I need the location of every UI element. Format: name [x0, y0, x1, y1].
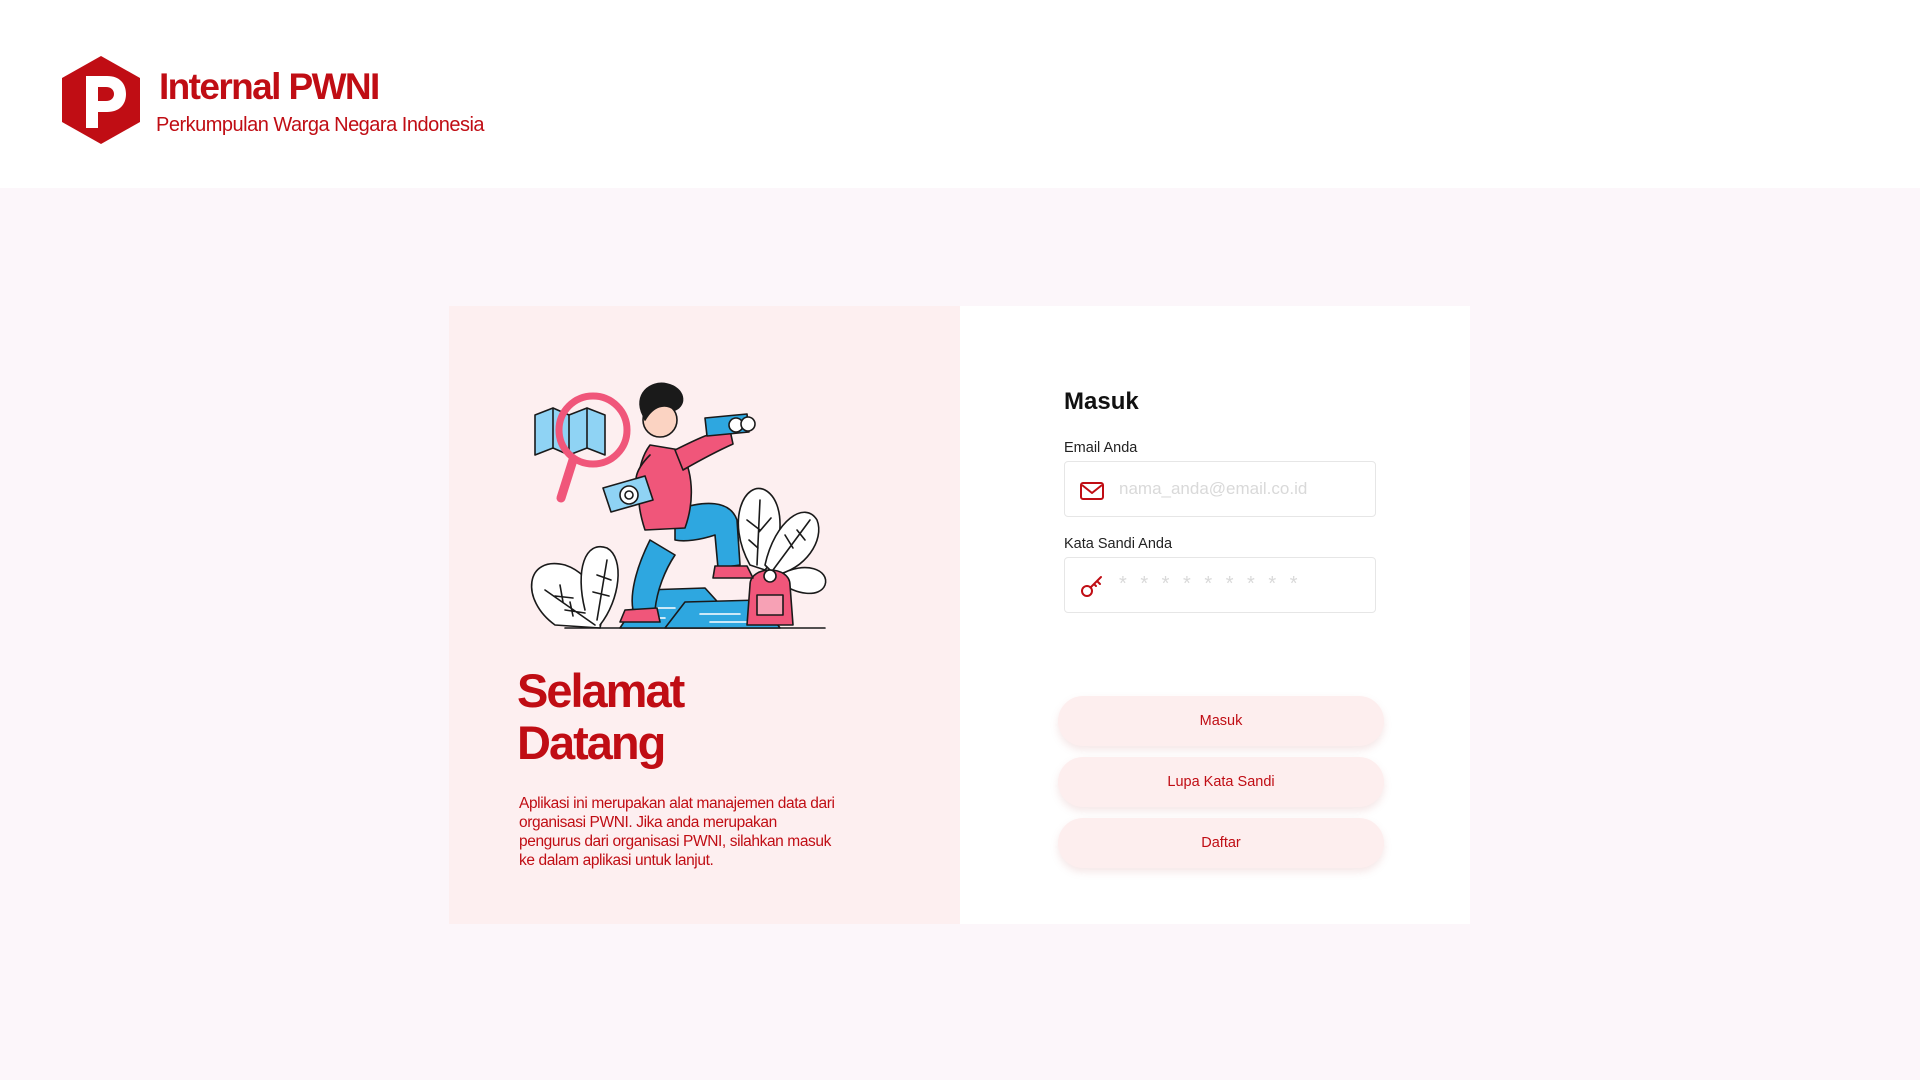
email-label: Email Anda [1064, 440, 1138, 456]
password-input[interactable] [1119, 558, 1369, 612]
forgot-password-button[interactable]: Lupa Kata Sandi [1058, 757, 1384, 807]
welcome-description: Aplikasi ini merupakan alat manajemen da… [519, 795, 835, 869]
explorer-with-binoculars-illustration [530, 382, 827, 629]
password-field[interactable] [1064, 557, 1376, 613]
password-label: Kata Sandi Anda [1064, 536, 1173, 552]
register-button[interactable]: Daftar [1058, 818, 1384, 868]
email-field[interactable] [1064, 461, 1376, 517]
brand-title: Internal PWNI [159, 66, 380, 107]
welcome-heading: Selamat Datang [517, 664, 685, 769]
key-icon [1081, 576, 1102, 597]
envelope-icon [1080, 482, 1104, 500]
brand-subtitle: Perkumpulan Warga Negara Indonesia [156, 114, 485, 136]
pwni-logo-icon [62, 56, 140, 144]
email-input[interactable] [1119, 462, 1369, 516]
login-button[interactable]: Masuk [1058, 696, 1384, 746]
top-bar: Internal PWNI Perkumpulan Warga Negara I… [0, 0, 1920, 188]
login-title: Masuk [1064, 388, 1139, 415]
